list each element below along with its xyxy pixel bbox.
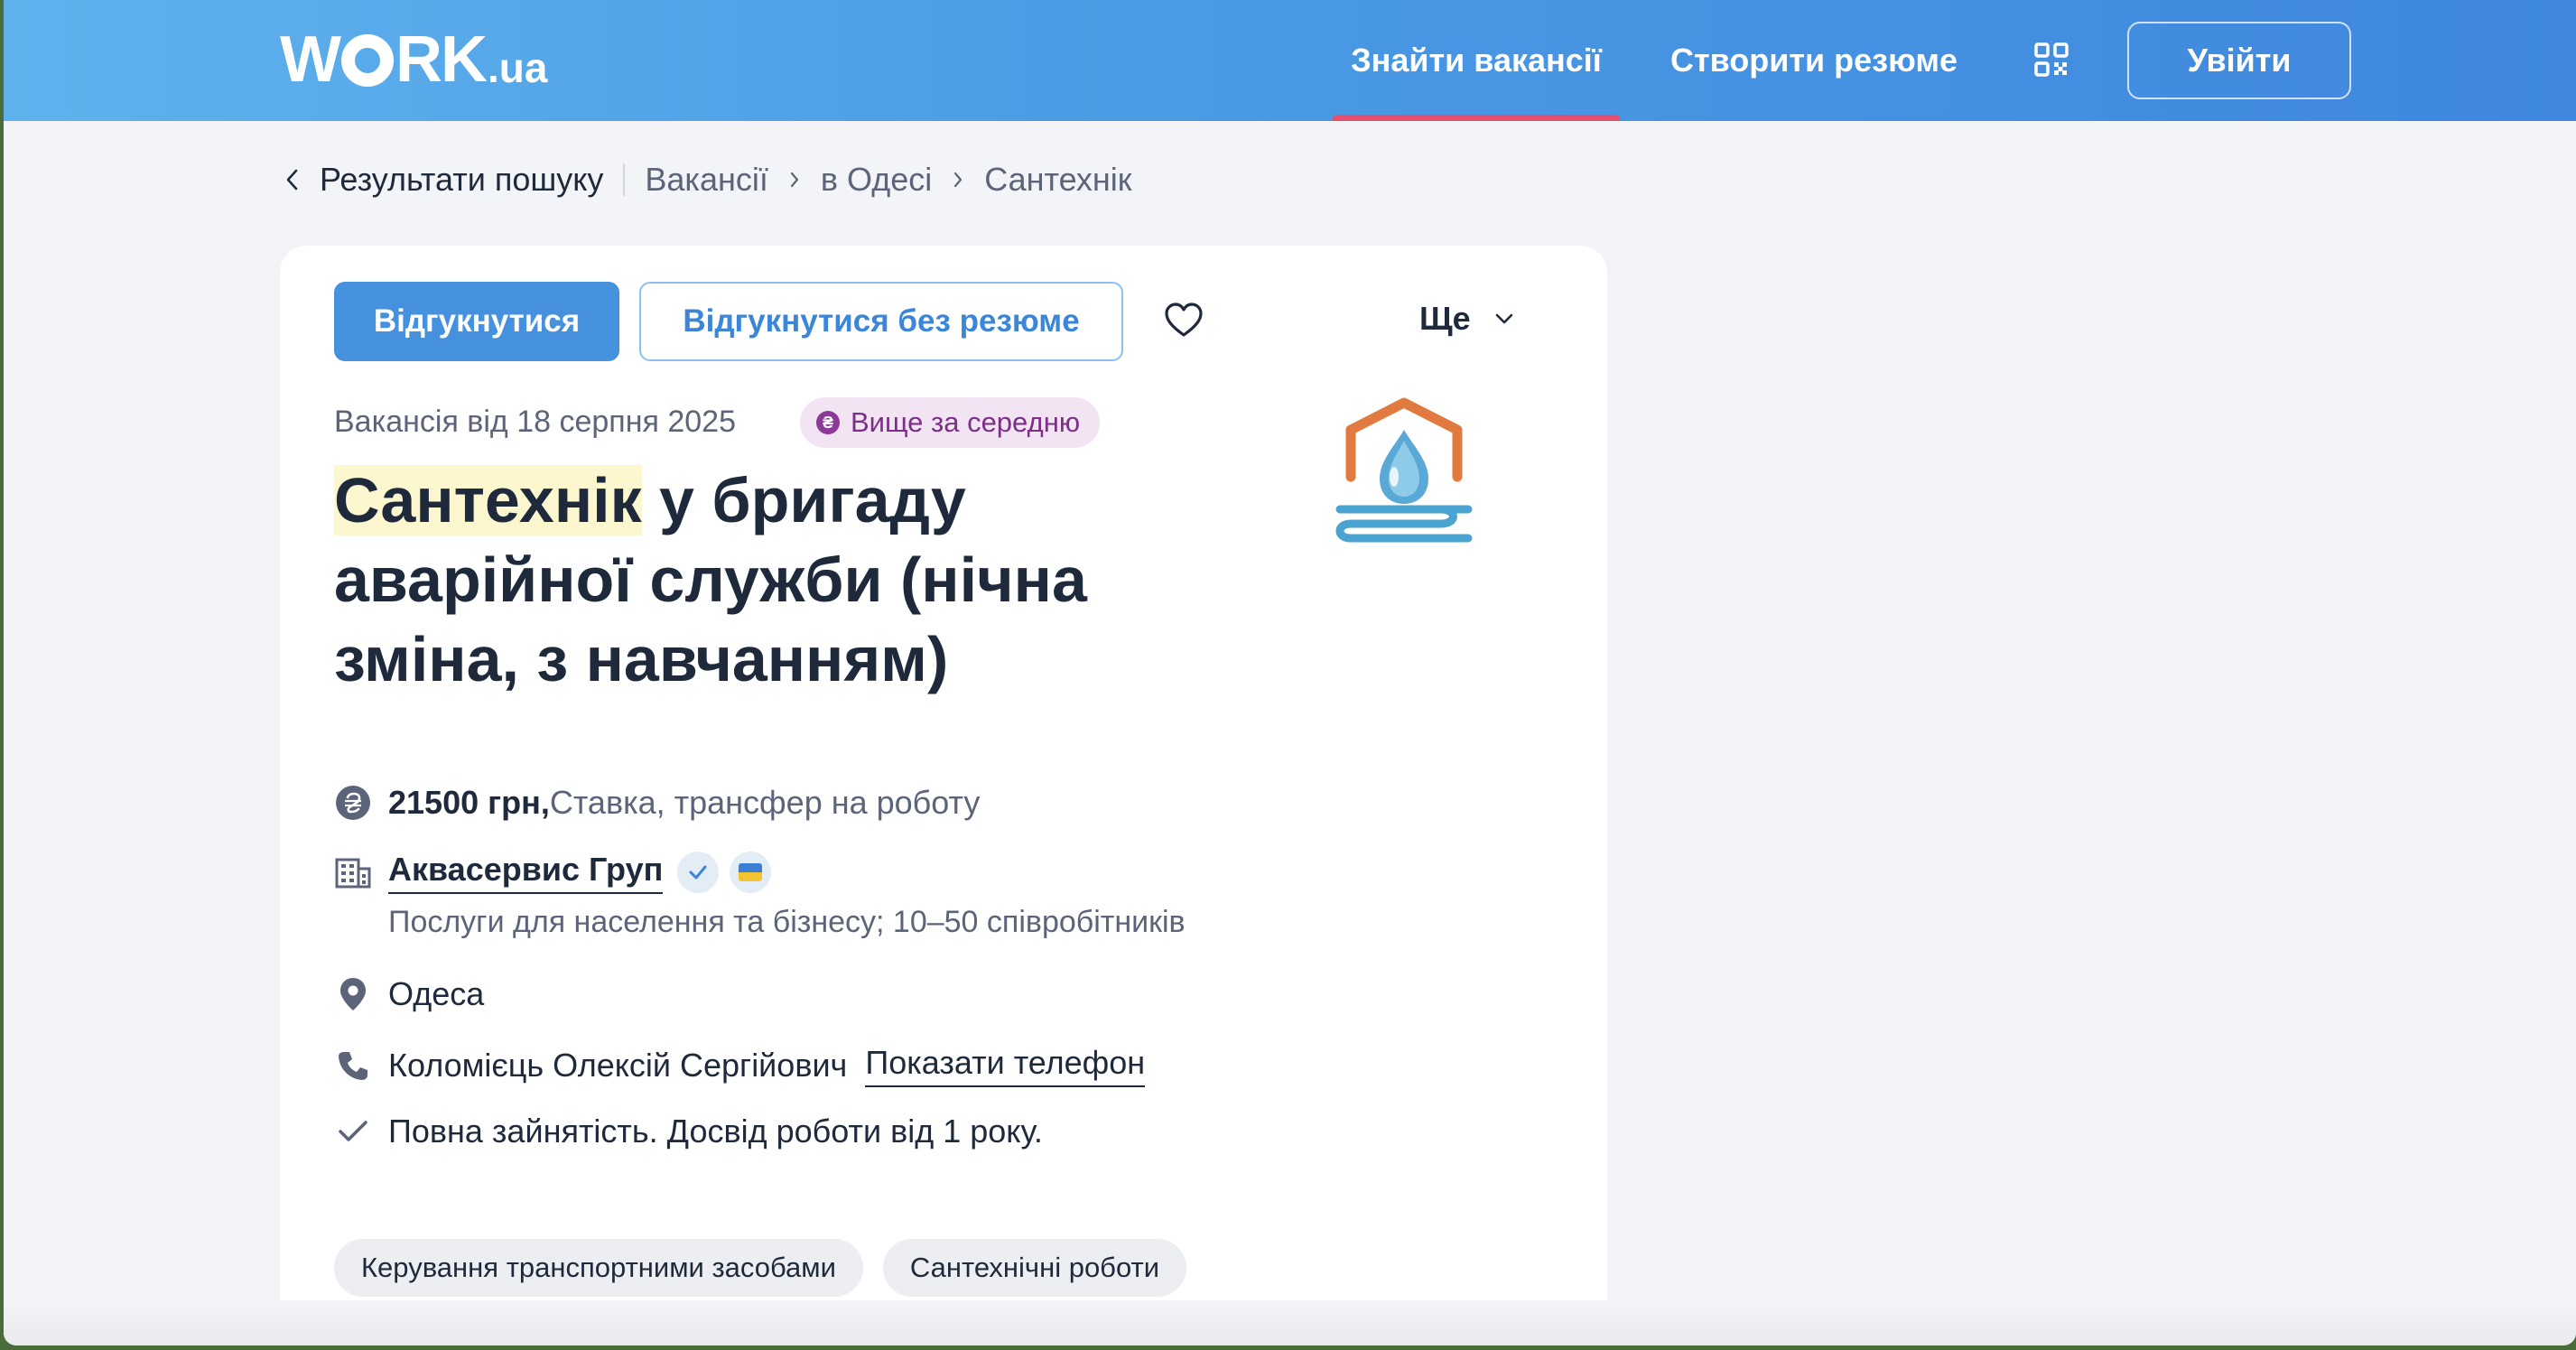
building-icon [334,853,372,891]
breadcrumb-vacancies[interactable]: Вакансії [645,161,767,199]
vacancy-card: Відгукнутися Відгукнутися без резюме Ще … [280,246,1607,1345]
apply-button[interactable]: Відгукнутися [334,282,619,361]
more-label: Ще [1419,300,1471,337]
more-dropdown[interactable]: Ще [1419,300,1514,338]
vacancy-date: Вакансія від 18 серпня 2025 [334,405,736,439]
contact-name: Коломієць Олексій Сергійович [388,1047,848,1084]
breadcrumb-plumber[interactable]: Сантехнік [984,161,1131,199]
chevron-left-icon [286,169,298,191]
city-label: Одеса [388,975,485,1012]
breadcrumb-odesa[interactable]: в Одесі [821,161,932,199]
skill-tags: Керування транспортними засобами Сантехн… [334,1239,1206,1297]
logo-rk: RK [395,23,488,96]
salary-details: Ставка, трансфер на роботу [549,784,981,821]
nav-create-resume[interactable]: Створити резюме [1670,0,1958,121]
logo-w: W [280,23,341,96]
nav-find-vacancies[interactable]: Знайти вакансії [1333,0,1620,121]
chevron-right-icon [790,172,798,188]
salary-row: 21500 грн, Ставка, трансфер на роботу [334,784,980,822]
conditions-text: Повна зайнятість. Досвід роботи від 1 ро… [388,1113,1043,1150]
breadcrumb: Результати пошуку Вакансії в Одесі Санте… [285,161,1132,199]
hryvnia-coin-icon: ₴ [816,411,840,434]
vacancy-title: Сантехнік у бригаду аварійної служби (ні… [334,461,1201,699]
badge-label: Вище за середню [851,406,1081,438]
tag-plumbing-works[interactable]: Сантехнічні роботи [882,1239,1187,1297]
verified-check-icon[interactable] [677,852,720,893]
chevron-right-icon [954,172,963,188]
show-phone-link[interactable]: Показати телефон [865,1044,1146,1087]
hryvnia-icon [334,784,372,822]
login-button[interactable]: Увійти [2127,22,2351,99]
qr-code-icon[interactable] [2034,42,2069,77]
salary-amount: 21500 грн, [388,784,550,821]
browser-window: WRK.ua Знайти вакансії Створити резюме [4,0,2576,1345]
nav-active-underline [1333,115,1620,121]
location-row: Одеса [334,975,484,1013]
logo-suffix: .ua [487,44,548,91]
work-ua-logo[interactable]: W RK .ua [280,27,547,92]
company-name-link[interactable]: Аквасервис Груп [388,851,664,894]
ukraine-flag-icon[interactable] [730,852,772,893]
logo-o-ring [340,34,394,87]
site-header: WRK.ua Знайти вакансії Створити резюме [4,0,2576,121]
tag-vehicle-driving[interactable]: Керування транспортними засобами [334,1239,863,1297]
checkmark-icon [334,1113,372,1150]
chevron-down-icon [1495,313,1513,324]
company-row: Аквасервис Груп [334,851,772,894]
title-highlight: Сантехнік [334,465,642,535]
bottom-edge [4,1300,2576,1345]
map-pin-icon [334,975,372,1013]
conditions-row: Повна зайнятість. Досвід роботи від 1 ро… [334,1113,1043,1150]
apply-without-resume-button[interactable]: Відгукнутися без резюме [639,282,1123,361]
phone-icon [334,1047,372,1085]
back-to-results-link[interactable]: Результати пошуку [285,161,603,199]
company-logo[interactable] [1333,397,1475,547]
back-label: Результати пошуку [320,161,604,198]
nav-find-label: Знайти вакансії [1351,42,1602,79]
nav-create-label: Створити резюме [1670,42,1958,79]
above-average-badge: ₴ Вище за середню [800,397,1101,448]
contact-row: Коломієць Олексій Сергійович Показати те… [334,1044,1146,1087]
company-description: Послуги для населення та бізнесу; 10–50 … [388,905,1186,939]
breadcrumb-divider [623,163,626,196]
heart-icon[interactable] [1163,300,1204,341]
